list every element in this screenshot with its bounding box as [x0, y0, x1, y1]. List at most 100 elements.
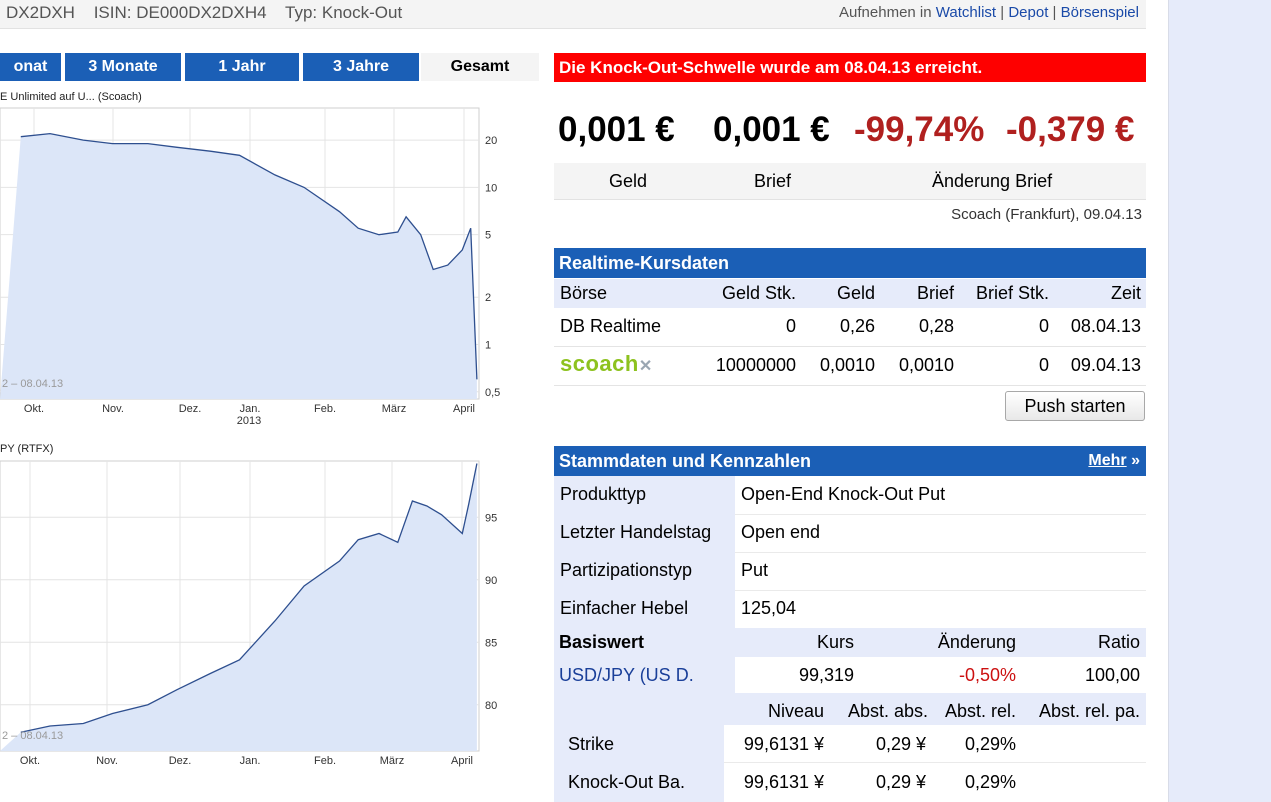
realtime-table: Börse Geld Stk. Geld Brief Brief Stk. Ze… — [554, 279, 1146, 386]
stammdaten-heading: Stammdaten und Kennzahlen Mehr » — [554, 446, 1146, 476]
y-tick-label: 90 — [485, 575, 497, 587]
realtime-title: Realtime-Kursdaten — [559, 253, 729, 273]
levels-header: Niveau Abst. abs. Abst. rel. Abst. rel. … — [554, 693, 1146, 725]
x-subtick-label: 2013 — [237, 415, 261, 427]
level-label: Strike — [568, 734, 614, 755]
realtime-heading: Realtime-Kursdaten — [554, 248, 1146, 278]
table-row: Partizipationstyp Put — [554, 552, 1146, 590]
row-label: Einfacher Hebel — [560, 598, 688, 619]
y-tick-label: 85 — [485, 637, 497, 649]
chart1-svg: 20105210,5Okt.Nov.Dez.Jan.Feb.MärzApril2… — [0, 107, 540, 429]
knockout-alert: Die Knock-Out-Schwelle wurde am 08.04.13… — [554, 53, 1146, 82]
tab-3-monate[interactable]: 3 Monate — [65, 53, 181, 81]
geld: 0,26 — [840, 316, 875, 337]
stammdaten-table: Produkttyp Open-End Knock-Out Put Letzte… — [554, 476, 1146, 628]
x-tick-label: März — [382, 403, 406, 415]
geld-stk: 0 — [786, 316, 796, 337]
row-value: 125,04 — [741, 598, 796, 619]
aufnehmen-label: Aufnehmen in — [839, 4, 932, 21]
x-tick-label: Feb. — [314, 755, 336, 767]
x-tick-label: Nov. — [96, 755, 118, 767]
boersenspiel-link[interactable]: Börsenspiel — [1061, 4, 1139, 21]
row-value: Open end — [741, 522, 820, 543]
product-header: DX2DXH ISIN: DE000DX2DXH4 Typ: Knock-Out… — [0, 0, 1146, 29]
col-aenderung: Änderung — [938, 632, 1016, 653]
y-tick-label: 5 — [485, 230, 491, 242]
date-range-note: 2 – 08.04.13 — [2, 730, 63, 742]
col-boerse: Börse — [560, 283, 607, 304]
tab-gesamt[interactable]: Gesamt — [421, 53, 539, 81]
basiswert-kurs: 99,319 — [799, 665, 854, 686]
x-tick-label: Jan. — [240, 403, 261, 415]
geld-label: Geld — [609, 171, 647, 192]
brief-price: 0,001 € — [713, 110, 830, 150]
niveau: 99,6131 ¥ — [744, 772, 824, 793]
product-type: Typ: Knock-Out — [285, 3, 402, 22]
niveau: 99,6131 ¥ — [744, 734, 824, 755]
x-tick-label: Okt. — [20, 755, 40, 767]
chart-knockout-price[interactable]: 20105210,5Okt.Nov.Dez.Jan.Feb.MärzApril2… — [0, 107, 540, 434]
zeit: 09.04.13 — [1071, 355, 1141, 376]
table-row: Letzter Handelstag Open end — [554, 514, 1146, 552]
abst-rel: 0,29% — [965, 734, 1016, 755]
scoach-logo: scoach✕ — [560, 351, 653, 377]
table-row: Einfacher Hebel 125,04 — [554, 590, 1146, 628]
x-tick-label: Okt. — [24, 403, 44, 415]
col-ratio: Ratio — [1098, 632, 1140, 653]
push-start-button[interactable]: Push starten — [1005, 391, 1145, 421]
chart1-title: E Unlimited auf U... (Scoach) — [0, 91, 142, 103]
aenderung-label: Änderung Brief — [932, 171, 1052, 192]
brief-stk: 0 — [1039, 316, 1049, 337]
y-tick-label: 80 — [485, 700, 497, 712]
table-row: Strike 99,6131 ¥ 0,29 ¥ 0,29% — [554, 725, 1146, 763]
col-brief-stk: Brief Stk. — [976, 283, 1049, 304]
x-tick-label: Dez. — [169, 755, 192, 767]
table-header: Börse Geld Stk. Geld Brief Brief Stk. Ze… — [554, 279, 1146, 308]
basiswert-header: Basiswert Kurs Änderung Ratio — [554, 628, 1146, 657]
basiswert-aenderung: -0,50% — [959, 665, 1016, 686]
col-brief: Brief — [917, 283, 954, 304]
y-tick-label: 20 — [485, 135, 497, 147]
abst-abs: 0,29 ¥ — [876, 734, 926, 755]
table-row: DB Realtime 0 0,26 0,28 0 08.04.13 — [554, 308, 1146, 347]
depot-link[interactable]: Depot — [1008, 4, 1048, 21]
x-tick-label: April — [453, 403, 475, 415]
chart-underlying[interactable]: 95908580Okt.Nov.Dez.Jan.Feb.MärzApril2 –… — [0, 460, 540, 775]
chart2-svg: 95908580Okt.Nov.Dez.Jan.Feb.MärzApril2 –… — [0, 460, 540, 770]
col-zeit: Zeit — [1111, 283, 1141, 304]
chart2-title: PY (RTFX) — [0, 443, 53, 455]
col-geld: Geld — [837, 283, 875, 304]
boerse-name: DB Realtime — [560, 316, 661, 337]
quote-source: Scoach (Frankfurt), 09.04.13 — [951, 206, 1142, 223]
quote-prices: 0,001 € 0,001 € -99,74% -0,379 € — [554, 110, 1146, 160]
y-tick-label: 2 — [485, 292, 491, 304]
row-label: Produkttyp — [560, 484, 646, 505]
row-label: Letzter Handelstag — [560, 522, 711, 543]
x-tick-label: März — [380, 755, 404, 767]
y-tick-label: 1 — [485, 340, 491, 352]
watchlist-link[interactable]: Watchlist — [936, 4, 996, 21]
tab-3-jahre[interactable]: 3 Jahre — [303, 53, 419, 81]
brief: 0,28 — [919, 316, 954, 337]
geld-stk: 10000000 — [716, 355, 796, 376]
col-abst-abs: Abst. abs. — [848, 701, 928, 722]
tab-1-jahr[interactable]: 1 Jahr — [185, 53, 299, 81]
abst-abs: 0,29 ¥ — [876, 772, 926, 793]
change-percent: -99,74% — [854, 110, 984, 150]
x-tick-label: Nov. — [102, 403, 124, 415]
row-label: Partizipationstyp — [560, 560, 692, 581]
mehr-link-wrap: Mehr » — [1088, 446, 1140, 476]
row-value: Put — [741, 560, 768, 581]
col-kurs: Kurs — [817, 632, 854, 653]
tab-monat[interactable]: onat — [0, 53, 61, 81]
basiswert-link[interactable]: USD/JPY (US D. — [559, 665, 694, 686]
y-tick-label: 95 — [485, 512, 497, 524]
col-abst-rel: Abst. rel. — [945, 701, 1016, 722]
col-abst-rel-pa: Abst. rel. pa. — [1039, 701, 1140, 722]
table-row: scoach✕ 10000000 0,0010 0,0010 0 09.04.1… — [554, 347, 1146, 386]
y-tick-label: 0,5 — [485, 387, 500, 399]
mehr-link[interactable]: Mehr — [1088, 452, 1126, 469]
right-margin — [1168, 0, 1271, 802]
geld-price: 0,001 € — [558, 110, 675, 150]
table-row: Produkttyp Open-End Knock-Out Put — [554, 476, 1146, 514]
